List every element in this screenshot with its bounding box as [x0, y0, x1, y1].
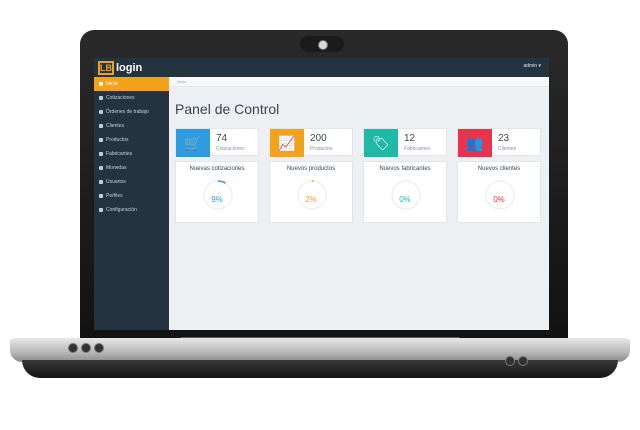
- user-menu-dropdown[interactable]: admin ▾: [523, 63, 541, 69]
- progress-title: Nuevos clientes: [477, 166, 521, 172]
- sidebar-item-label: Órdenes de trabajo: [106, 109, 149, 115]
- progress-value: 2%: [305, 195, 317, 204]
- sidebar: Inicio Cotizaciones Órdenes de trabajo Clie…: [94, 77, 169, 330]
- stat-value: 12: [404, 133, 416, 144]
- sidebar-item-6[interactable]: Monedas: [94, 161, 169, 175]
- stat-card[interactable]: 🛒 74 Cotizaciones: [175, 128, 259, 157]
- stat-label: Productos: [310, 146, 333, 152]
- progress-card: Nuevas cotizaciones 9%: [175, 161, 259, 223]
- sidebar-item-4[interactable]: Productos: [94, 133, 169, 147]
- app-logo[interactable]: LB login: [98, 60, 142, 75]
- stat-label: Fabricantes: [404, 146, 431, 152]
- sidebar-item-3[interactable]: Clientes: [94, 119, 169, 133]
- home-icon: [99, 82, 103, 86]
- sidebar-item-label: Cotizaciones: [106, 95, 135, 101]
- progress-card: Nuevos clientes 0%: [457, 161, 541, 223]
- sidebar-item-label: Inicio: [106, 81, 118, 87]
- sidebar-item-0[interactable]: Inicio: [94, 77, 169, 91]
- sidebar-item-1[interactable]: Cotizaciones: [94, 91, 169, 105]
- stat-value: 74: [216, 133, 228, 144]
- right-ports: [505, 356, 528, 366]
- progress-title: Nuevos productos: [286, 166, 336, 172]
- sidebar-item-label: Productos: [106, 137, 129, 143]
- stat-card[interactable]: 📈 200 Productos: [269, 128, 353, 157]
- trend-icon: 📈: [270, 129, 304, 157]
- logo-text: login: [116, 61, 143, 74]
- sidebar-item-label: Monedas: [106, 165, 127, 171]
- laptop-base-bottom: [22, 360, 618, 378]
- sidebar-item-label: Clientes: [106, 123, 125, 129]
- lock-icon: [99, 194, 103, 198]
- cart-icon: [99, 96, 103, 100]
- stat-card[interactable]: 👥 23 Clientes: [457, 128, 541, 157]
- port-icon: [94, 343, 104, 353]
- box-icon: [99, 138, 103, 142]
- progress-card: Nuevos fabricantes 0%: [363, 161, 447, 223]
- progress-title: Nuevos fabricantes: [379, 166, 431, 172]
- sidebar-item-label: Fabricantes: [106, 151, 133, 157]
- top-navbar: LB login admin ▾: [94, 58, 549, 77]
- logo-mark: LB: [98, 60, 114, 75]
- sidebar-item-label: Configuración: [106, 207, 137, 213]
- sidebar-item-5[interactable]: Fabricantes: [94, 147, 169, 161]
- breadcrumb[interactable]: Inicio: [169, 77, 549, 87]
- sidebar-item-label: Usuarios: [106, 179, 126, 185]
- cart-icon: 🛒: [176, 129, 210, 157]
- page-title: Panel de Control: [175, 101, 280, 117]
- tag-icon: [99, 152, 103, 156]
- money-icon: [99, 166, 103, 170]
- stat-card[interactable]: 🏷 12 Fabricantes: [363, 128, 447, 157]
- user-icon: [99, 180, 103, 184]
- sidebar-item-2[interactable]: Órdenes de trabajo: [94, 105, 169, 119]
- sidebar-item-8[interactable]: Perfiles: [94, 189, 169, 203]
- progress-value: 0%: [399, 195, 411, 204]
- stat-value: 23: [498, 133, 510, 144]
- stat-label: Clientes: [498, 146, 517, 152]
- clipboard-icon: [99, 110, 103, 114]
- progress-value: 9%: [211, 195, 223, 204]
- tags-icon: 🏷: [364, 129, 398, 157]
- port-icon: [81, 343, 91, 353]
- sidebar-item-9[interactable]: Configuración: [94, 203, 169, 217]
- webcam-icon: [318, 40, 328, 50]
- port-icon: [68, 343, 78, 353]
- stat-label: Cotizaciones: [216, 146, 245, 152]
- port-icon: [505, 356, 515, 366]
- sidebar-item-7[interactable]: Usuarios: [94, 175, 169, 189]
- left-ports: [68, 343, 104, 353]
- progress-value: 0%: [493, 195, 505, 204]
- users-icon: [99, 124, 103, 128]
- port-icon: [518, 356, 528, 366]
- progress-title: Nuevas cotizaciones: [189, 166, 245, 172]
- stat-value: 200: [310, 133, 327, 144]
- progress-card: Nuevos productos 2%: [269, 161, 353, 223]
- gear-icon: [99, 208, 103, 212]
- users-icon: 👥: [458, 129, 492, 157]
- laptop-screen: LB login admin ▾ Inicio Cotizaciones Órden…: [94, 58, 549, 330]
- sidebar-item-label: Perfiles: [106, 193, 123, 199]
